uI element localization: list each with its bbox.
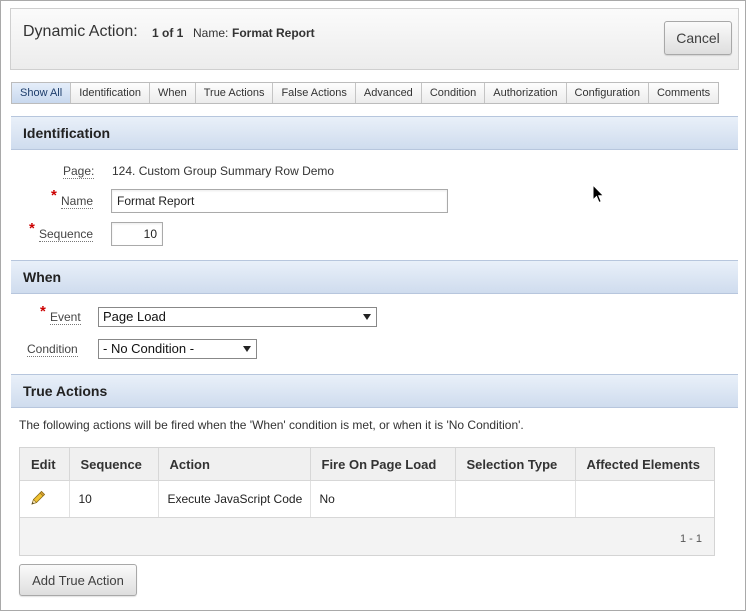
selection-type-cell [455,480,576,518]
tab-comments[interactable]: Comments [648,83,719,103]
edit-cell [20,480,70,518]
action-cell: Execute JavaScript Code [158,480,311,518]
page-label: Page: [63,164,95,179]
section-tabs: Show All Identification When True Action… [11,82,720,104]
name-label: Name: [193,26,229,40]
affected-elements-cell [575,480,714,518]
column-header-sequence[interactable]: Sequence [69,448,159,481]
chevron-down-icon [363,314,371,320]
column-header-selection-type[interactable]: Selection Type [455,448,576,481]
tab-condition[interactable]: Condition [421,83,486,103]
sequence-input[interactable] [111,222,163,246]
identification-heading: Identification [23,125,111,141]
true-actions-description: The following actions will be fired when… [19,418,524,432]
cancel-button[interactable]: Cancel [664,21,732,55]
when-heading: When [23,269,62,285]
true-actions-section-header: True Actions [11,374,738,408]
event-select[interactable]: Page Load [98,307,377,327]
page-title: Dynamic Action: [23,23,138,40]
sequence-field-label: Sequence [39,227,94,242]
sequence-cell: 10 [69,480,159,518]
required-marker: * [29,220,35,237]
tab-configuration[interactable]: Configuration [566,83,649,103]
mouse-pointer-icon [592,183,606,207]
add-true-action-button[interactable]: Add True Action [19,564,137,596]
dialog-frame: Dynamic Action: 1 of 1 Name: Format Repo… [0,0,746,611]
tab-show-all[interactable]: Show All [12,83,72,103]
table-row: 10 Execute JavaScript Code No [20,480,714,518]
true-actions-table: Edit Sequence Action Fire On Page Load S… [20,448,714,518]
column-header-action[interactable]: Action [158,448,311,481]
when-section-header: When [11,260,738,294]
required-marker: * [40,303,46,320]
tab-authorization[interactable]: Authorization [485,83,567,103]
tab-when[interactable]: When [149,83,196,103]
column-header-affected-elements[interactable]: Affected Elements [575,448,714,481]
identification-section-header: Identification [11,116,738,150]
event-label: Event [50,310,81,325]
tab-false-actions[interactable]: False Actions [273,83,356,103]
condition-selected-value: - No Condition - [103,341,195,356]
chevron-down-icon [243,346,251,352]
name-input[interactable] [111,189,448,213]
name-value: Format Report [232,26,315,40]
true-actions-report: Edit Sequence Action Fire On Page Load S… [19,447,715,556]
tab-advanced[interactable]: Advanced [355,83,422,103]
table-header-row: Edit Sequence Action Fire On Page Load S… [20,448,714,481]
tab-identification[interactable]: Identification [71,83,150,103]
header-bar: Dynamic Action: 1 of 1 Name: Format Repo… [10,8,739,70]
column-header-fire-on-page-load[interactable]: Fire On Page Load [310,448,456,481]
pencil-icon[interactable] [29,489,47,510]
tab-true-actions[interactable]: True Actions [195,83,274,103]
page-value: 124. Custom Group Summary Row Demo [112,164,335,178]
required-marker: * [51,187,57,204]
record-count: 1 of 1 [152,26,184,40]
event-selected-value: Page Load [103,309,166,324]
true-actions-heading: True Actions [23,383,108,399]
name-field-label: Name [61,194,94,209]
condition-label: Condition [27,342,78,357]
column-header-edit[interactable]: Edit [20,448,70,481]
fire-on-page-load-cell: No [310,480,456,518]
condition-select[interactable]: - No Condition - [98,339,257,359]
pagination-text: 1 - 1 [679,533,702,545]
